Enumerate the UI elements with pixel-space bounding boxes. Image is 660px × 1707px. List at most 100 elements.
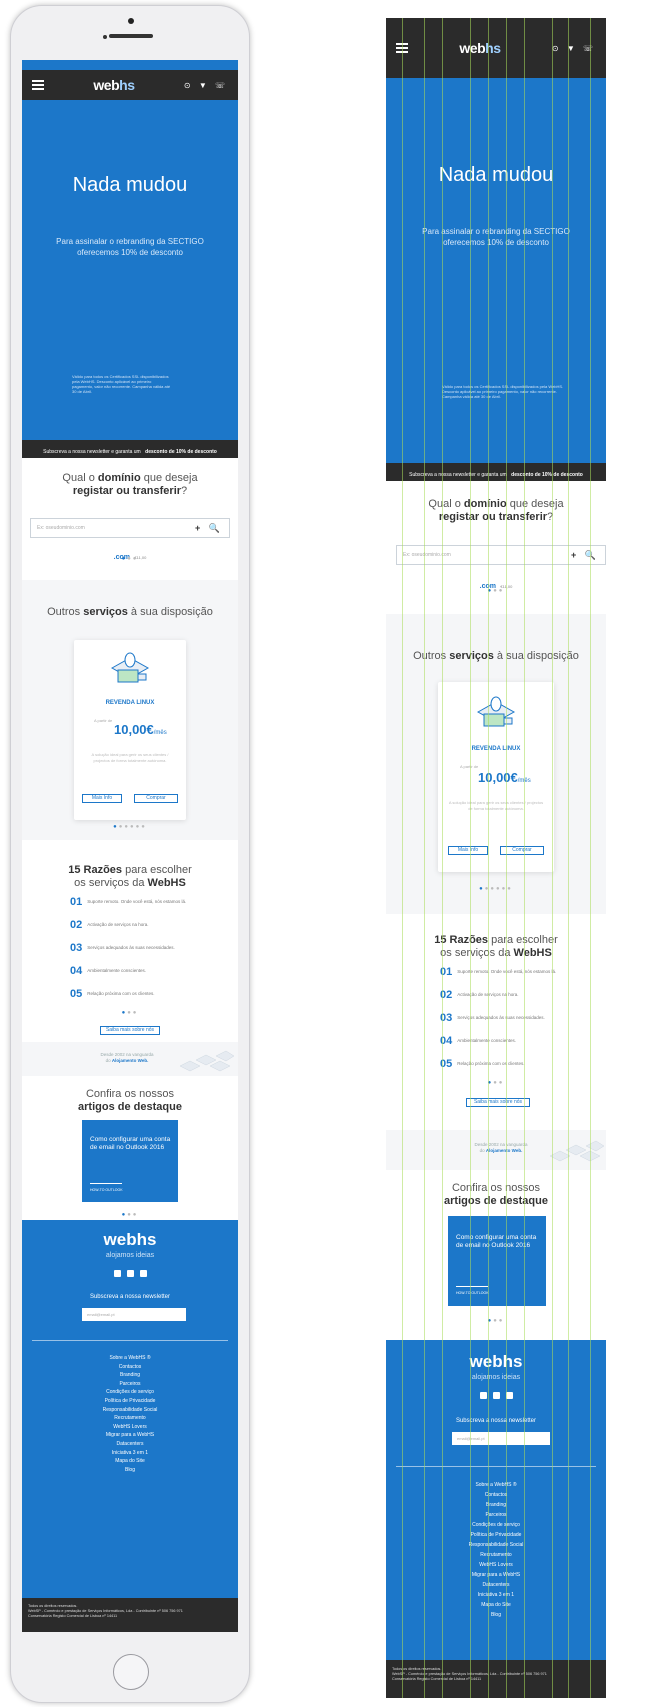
footer-link[interactable]: Responsabilidade Social bbox=[22, 1406, 238, 1415]
footer-link[interactable]: Blog bbox=[386, 1610, 606, 1620]
twitter-icon[interactable] bbox=[126, 1270, 134, 1277]
header-icons[interactable]: ⊙ ▼ ☏ bbox=[184, 81, 228, 90]
domain-section: Qual o domínio que deseja registar ou tr… bbox=[428, 498, 564, 523]
about-us-button[interactable]: Saiba mais sobre nós bbox=[100, 1026, 160, 1035]
servers-illustration-icon bbox=[549, 1140, 605, 1162]
domain-carousel-dots[interactable]: ●●● bbox=[386, 588, 606, 594]
article-card[interactable]: Como configurar uma conta de email no Ou… bbox=[82, 1120, 178, 1202]
footer-link[interactable]: Datacenters bbox=[22, 1440, 238, 1449]
reason-item: 04 Ambientalmente conscientes. bbox=[440, 1034, 517, 1047]
footer-link[interactable]: Iniciativa 3 em 1 bbox=[22, 1449, 238, 1458]
footer-link[interactable]: Datacenters bbox=[386, 1580, 606, 1590]
about-us-button[interactable]: Saiba mais sobre nós bbox=[466, 1098, 530, 1107]
service-name: REVENDA LINUX bbox=[471, 746, 521, 752]
reasons-carousel-dots[interactable]: ●●● bbox=[22, 1010, 238, 1016]
top-nav: webhs ⊙ ▼ ☏ bbox=[22, 70, 238, 100]
footer-link[interactable]: Contactos bbox=[386, 1490, 606, 1500]
hamburger-icon[interactable] bbox=[396, 43, 408, 53]
service-name: REVENDA LINUX bbox=[105, 700, 155, 706]
header-icons[interactable]: ⊙ ▼ ☏ bbox=[552, 44, 596, 53]
footer-link[interactable]: Contactos bbox=[22, 1363, 238, 1372]
newsletter-strip[interactable]: Subscreva a nossa newsletter e garanta u… bbox=[386, 463, 606, 481]
twitter-icon[interactable] bbox=[492, 1392, 500, 1399]
buy-button[interactable]: Comprar bbox=[134, 794, 178, 803]
footer-link[interactable]: Iniciativa 3 em 1 bbox=[386, 1590, 606, 1600]
hero-subtitle: Para assinalar o rebranding da SECTIGO o… bbox=[56, 237, 204, 257]
footer-divider bbox=[396, 1466, 596, 1467]
reason-item: 01 Suporte remoto. Onde você está, nós es… bbox=[440, 965, 557, 978]
services-section: Outros serviços à sua disposição REVENDA… bbox=[22, 580, 238, 840]
footer-link[interactable]: Blog bbox=[22, 1466, 238, 1475]
footer-link[interactable]: Mapa do Site bbox=[386, 1600, 606, 1610]
facebook-icon[interactable] bbox=[479, 1392, 487, 1399]
footer-link[interactable]: Recrutamento bbox=[386, 1550, 606, 1560]
reason-item: 03 Serviços adequados às suas necessidade… bbox=[440, 1011, 545, 1024]
service-price: 10,00€/mês bbox=[114, 722, 167, 737]
reasons-section: 15 Razões para escolher os serviços da W… bbox=[22, 850, 238, 1040]
hamburger-icon[interactable] bbox=[32, 80, 44, 90]
reason-item: 05 Relação próxima com os clientes. bbox=[440, 1057, 525, 1070]
newsletter-email-input[interactable]: email@email.pt bbox=[82, 1308, 186, 1321]
speaker-icon bbox=[109, 34, 153, 38]
footer-link[interactable]: Parceiros bbox=[386, 1510, 606, 1520]
footer-logo[interactable]: webhs bbox=[386, 1352, 606, 1372]
footer-link[interactable]: Branding bbox=[386, 1500, 606, 1510]
footer-link[interactable]: Política de Privacidade bbox=[22, 1397, 238, 1406]
newsletter-strip[interactable]: Subscreva a nossa newsletter e garanta u… bbox=[22, 440, 238, 458]
domain-search-input[interactable]: Ex: oseudominio.com + 🔍 bbox=[30, 518, 230, 538]
footer-legal: Todos os direitos reservados. WebSP - Com… bbox=[386, 1660, 606, 1698]
since-banner: Desde 2002 na vanguarda do Alojamento Web… bbox=[386, 1130, 606, 1170]
buy-button[interactable]: Comprar bbox=[500, 846, 544, 855]
footer-link[interactable]: Branding bbox=[22, 1371, 238, 1380]
article-title: Como configurar uma conta de email no Ou… bbox=[456, 1234, 537, 1249]
footer-link[interactable]: Política de Privacidade bbox=[386, 1530, 606, 1540]
footer-link[interactable]: Condições de serviço bbox=[22, 1388, 238, 1397]
logo[interactable]: webhs bbox=[459, 40, 501, 56]
services-carousel-dots[interactable]: ●●●●●● bbox=[386, 886, 606, 892]
more-info-button[interactable]: Mais Info bbox=[448, 846, 488, 855]
footer-link[interactable]: Migrar para a WebHS bbox=[22, 1431, 238, 1440]
reason-item: 03 Serviços adequados às suas necessidade… bbox=[70, 941, 175, 954]
footer-link[interactable]: Parceiros bbox=[22, 1380, 238, 1389]
reason-item: 02 Activação de serviços na hora. bbox=[70, 918, 149, 931]
footer-tagline: alojamos ideias bbox=[105, 1252, 155, 1259]
article-tag: HOW-TO OUTLOOK bbox=[90, 1188, 123, 1192]
service-description: A solução ideal para gerir os seus clien… bbox=[91, 752, 169, 763]
services-carousel-dots[interactable]: ●●●●●● bbox=[22, 824, 238, 830]
footer-newsletter-label: Subscreva a nossa newsletter bbox=[89, 1294, 171, 1300]
facebook-icon[interactable] bbox=[113, 1270, 121, 1277]
domain-search-input[interactable]: Ex: oseudominio.com + 🔍 bbox=[396, 545, 606, 565]
linkedin-icon[interactable] bbox=[139, 1270, 147, 1277]
footer-logo[interactable]: webhs bbox=[22, 1230, 238, 1250]
service-description: A solução ideal para gerir os seus clien… bbox=[448, 800, 544, 811]
server-tux-icon bbox=[476, 696, 516, 727]
article-card[interactable]: Como configurar uma conta de email no Ou… bbox=[448, 1216, 546, 1306]
search-icon[interactable]: + 🔍 bbox=[195, 523, 223, 534]
camera-icon bbox=[128, 18, 134, 24]
footer: webhs alojamos ideias Subscreva a nossa … bbox=[22, 1220, 238, 1632]
footer-link[interactable]: Sobre a WebHS ® bbox=[22, 1354, 238, 1363]
reasons-carousel-dots[interactable]: ●●● bbox=[386, 1080, 606, 1086]
articles-carousel-dots[interactable]: ●●● bbox=[386, 1318, 606, 1324]
logo[interactable]: webhs bbox=[93, 77, 135, 93]
footer-link[interactable]: WebHS Lovers bbox=[22, 1423, 238, 1432]
footer-link[interactable]: WebHS Lovers bbox=[386, 1560, 606, 1570]
domain-section: Qual o domínio que deseja registar ou tr… bbox=[62, 472, 198, 497]
domain-carousel-dots[interactable]: ●●● bbox=[22, 556, 238, 562]
footer-link[interactable]: Condições de serviço bbox=[386, 1520, 606, 1530]
newsletter-email-input[interactable]: email@email.pt bbox=[452, 1432, 550, 1445]
mobile-screen-right: webhs ⊙ ▼ ☏ Nada mudou Para assinalar o … bbox=[386, 18, 606, 1698]
linkedin-icon[interactable] bbox=[505, 1392, 513, 1399]
footer-link[interactable]: Migrar para a WebHS bbox=[386, 1570, 606, 1580]
reasons-section: 15 Razões para escolher os serviços da W… bbox=[386, 918, 606, 1128]
hero-subtitle: Para assinalar o rebranding da SECTIGO o… bbox=[422, 227, 570, 247]
home-button[interactable] bbox=[113, 1654, 149, 1690]
more-info-button[interactable]: Mais Info bbox=[82, 794, 122, 803]
footer-link[interactable]: Recrutamento bbox=[22, 1414, 238, 1423]
footer-link[interactable]: Sobre a WebHS ® bbox=[386, 1480, 606, 1490]
articles-carousel-dots[interactable]: ●●● bbox=[22, 1212, 238, 1218]
footer-link[interactable]: Mapa do Site bbox=[22, 1457, 238, 1466]
footer-link[interactable]: Responsabilidade Social bbox=[386, 1540, 606, 1550]
service-card: REVENDA LINUX A partir de 10,00€/mês A s… bbox=[438, 682, 554, 872]
search-icon[interactable]: + 🔍 bbox=[571, 550, 599, 561]
